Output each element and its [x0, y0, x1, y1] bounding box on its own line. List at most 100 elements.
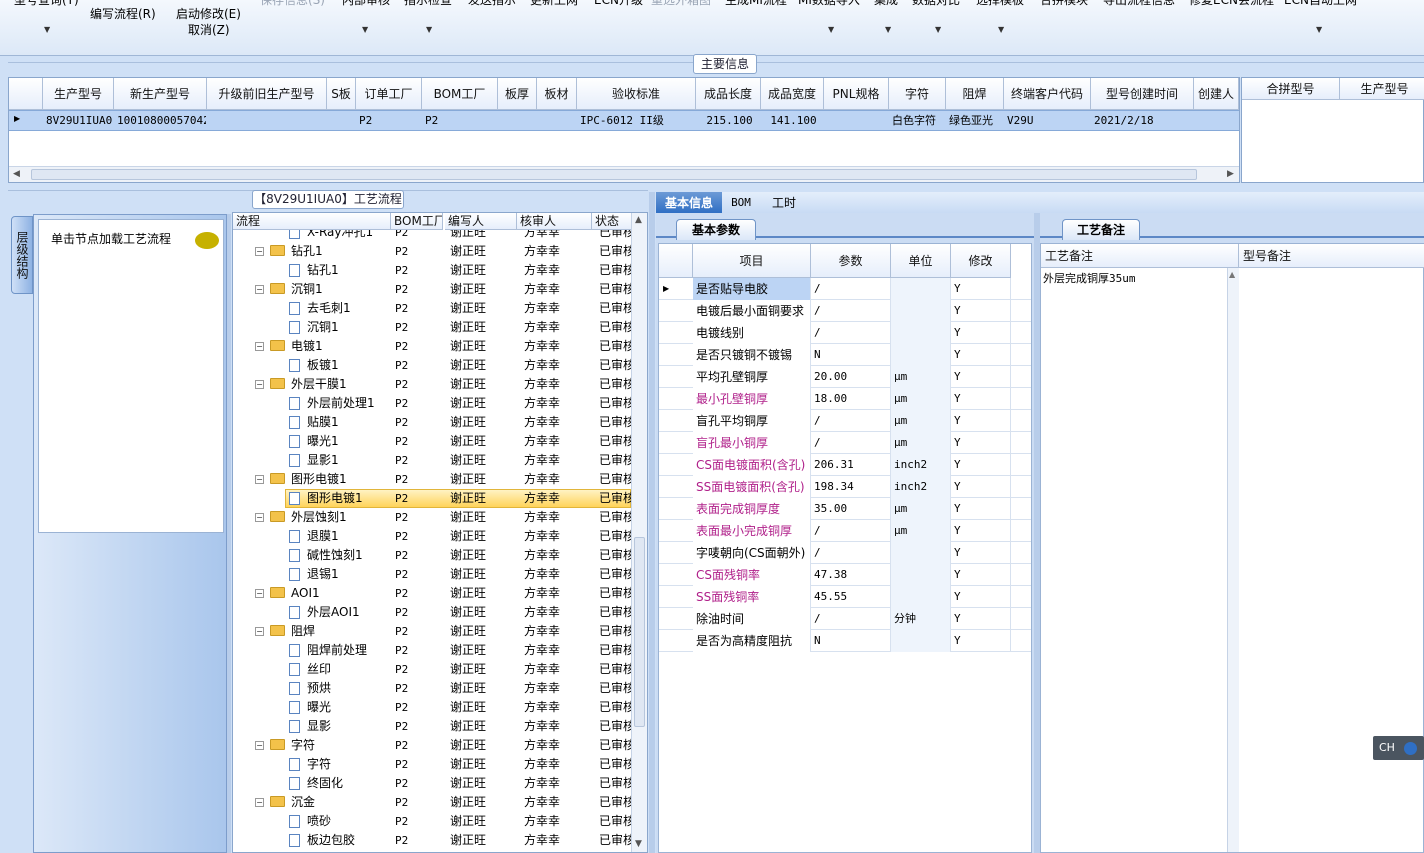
main-info-cell[interactable]: 8V29U1IUA0	[44, 110, 113, 132]
param-col-header[interactable]: 项目	[693, 244, 811, 278]
param-value[interactable]: /	[811, 300, 891, 322]
toolbar-item[interactable]: 合拼模块	[1040, 0, 1088, 8]
process-tree-row[interactable]: 曝光1 P2 谢正旺 方幸幸 已审核	[233, 432, 633, 451]
process-tree-row[interactable]: − 外层蚀刻1 P2 谢正旺 方幸幸 已审核	[233, 508, 633, 527]
main-info-col-header[interactable]: PNL规格	[824, 78, 889, 110]
main-info-cell[interactable]: V29U	[1005, 110, 1090, 132]
toolbar-item[interactable]: 修复ECN会流程	[1189, 0, 1274, 8]
main-info-col-header[interactable]: 新生产型号	[114, 78, 207, 110]
dropdown-arrow-icon[interactable]: ▼	[1316, 25, 1322, 34]
toolbar-item[interactable]: MI数据导入	[798, 0, 860, 8]
param-row[interactable]: 电镀后最小面铜要求 / Y	[659, 300, 1031, 322]
toolbar-item[interactable]: 生成MI流程	[725, 0, 787, 8]
param-value[interactable]: /	[811, 608, 891, 630]
main-info-cell[interactable]: 2021/2/18	[1092, 110, 1193, 132]
toolbar-item[interactable]: 更新上网	[530, 0, 578, 8]
param-value[interactable]: 206.31	[811, 454, 891, 476]
param-row[interactable]: SS面电镀面积(含孔) 198.34 inch2 Y	[659, 476, 1031, 498]
param-row[interactable]: 表面完成铜厚度 35.00 μm Y	[659, 498, 1031, 520]
param-value[interactable]: 47.38	[811, 564, 891, 586]
process-tree-row[interactable]: 外层AOI1 P2 谢正旺 方幸幸 已审核	[233, 603, 633, 622]
param-col-header[interactable]: 参数	[811, 244, 891, 278]
scroll-left-icon[interactable]: ◀	[13, 169, 20, 179]
scroll-up-icon[interactable]: ▲	[635, 215, 642, 225]
scroll-up-icon[interactable]: ▲	[1229, 270, 1235, 279]
collapse-toggle-icon[interactable]: −	[255, 285, 264, 294]
hierarchy-tree[interactable]: 单击节点加载工艺流程	[38, 219, 224, 533]
param-value[interactable]: /	[811, 278, 891, 300]
param-row[interactable]: ▶ 是否贴导电胶 / Y	[659, 278, 1031, 300]
process-tree-row[interactable]: − 字符 P2 谢正旺 方幸幸 已审核	[233, 736, 633, 755]
collapse-toggle-icon[interactable]: −	[255, 380, 264, 389]
param-value[interactable]: N	[811, 344, 891, 366]
dropdown-arrow-icon[interactable]: ▼	[426, 25, 432, 34]
splitter-left[interactable]	[227, 214, 231, 853]
process-tree-row[interactable]: 板边包胶 P2 谢正旺 方幸幸 已审核	[233, 831, 633, 850]
collapse-toggle-icon[interactable]: −	[255, 247, 264, 256]
param-row[interactable]: CS面残铜率 47.38 Y	[659, 564, 1031, 586]
tab-work-hours[interactable]: 工时	[764, 192, 804, 214]
process-tree-row[interactable]: 外层前处理1 P2 谢正旺 方幸幸 已审核	[233, 394, 633, 413]
main-info-col-header[interactable]: 终端客户代码	[1004, 78, 1091, 110]
process-remark-text[interactable]: 外层完成铜厚35um	[1043, 270, 1227, 288]
param-row[interactable]: SS面残铜率 45.55 Y	[659, 586, 1031, 608]
scroll-thumb[interactable]	[31, 169, 1197, 180]
main-info-col-header[interactable]: 升级前旧生产型号	[207, 78, 327, 110]
param-value[interactable]: /	[811, 322, 891, 344]
toolbar-item[interactable]: ECN升级	[594, 0, 643, 8]
param-row[interactable]: 除油时间 / 分钟 Y	[659, 608, 1031, 630]
process-tree-row[interactable]: − 图形电镀1 P2 谢正旺 方幸幸 已审核	[233, 470, 633, 489]
process-tree-row[interactable]: 预烘 P2 谢正旺 方幸幸 已审核	[233, 679, 633, 698]
main-info-col-header[interactable]: 创建人	[1194, 78, 1239, 110]
process-tree-row[interactable]: − 沉金 P2 谢正旺 方幸幸 已审核	[233, 793, 633, 812]
param-row[interactable]: 平均孔壁铜厚 20.00 μm Y	[659, 366, 1031, 388]
param-value[interactable]: /	[811, 432, 891, 454]
main-info-col-header[interactable]: 订单工厂	[356, 78, 422, 110]
process-tree-row[interactable]: 退膜1 P2 谢正旺 方幸幸 已审核	[233, 527, 633, 546]
process-tree-row[interactable]: − 外层干膜1 P2 谢正旺 方幸幸 已审核	[233, 375, 633, 394]
toolbar-item[interactable]: 集成	[874, 0, 898, 8]
process-tree-row[interactable]: 图形电镀1 P2 谢正旺 方幸幸 已审核	[233, 489, 633, 508]
param-value[interactable]: /	[811, 520, 891, 542]
param-value[interactable]: 35.00	[811, 498, 891, 520]
main-info-col-header[interactable]: 阻焊	[946, 78, 1004, 110]
param-row[interactable]: 最小孔壁铜厚 18.00 μm Y	[659, 388, 1031, 410]
process-col-header[interactable]: 核审人	[517, 213, 592, 230]
main-info-cell[interactable]: 白色字符	[890, 110, 945, 132]
horizontal-scrollbar[interactable]: ◀ ▶	[9, 166, 1239, 182]
dropdown-arrow-icon[interactable]: ▼	[998, 25, 1004, 34]
process-tree-row[interactable]: X-Ray冲孔1 P2 谢正旺 方幸幸 已审核	[233, 230, 633, 242]
process-tree-row[interactable]: − 钻孔1 P2 谢正旺 方幸幸 已审核	[233, 242, 633, 261]
dropdown-arrow-icon[interactable]: ▼	[44, 25, 50, 34]
process-tree-row[interactable]: 显影 P2 谢正旺 方幸幸 已审核	[233, 717, 633, 736]
process-tree-row[interactable]: 显影1 P2 谢正旺 方幸幸 已审核	[233, 451, 633, 470]
process-tree-row[interactable]: 贴膜1 P2 谢正旺 方幸幸 已审核	[233, 413, 633, 432]
param-value[interactable]: 20.00	[811, 366, 891, 388]
ime-indicator[interactable]: CH	[1373, 736, 1424, 760]
main-info-cell[interactable]: IPC-6012 II级	[578, 110, 695, 132]
main-info-col-header[interactable]: 成品长度	[696, 78, 761, 110]
collapse-toggle-icon[interactable]: −	[255, 475, 264, 484]
process-col-header[interactable]: 编写人	[445, 213, 517, 230]
process-tree-row[interactable]: 字符 P2 谢正旺 方幸幸 已审核	[233, 755, 633, 774]
main-info-col-header[interactable]: 字符	[889, 78, 946, 110]
tab-bom[interactable]: BOM	[726, 192, 756, 214]
param-row[interactable]: 字唛朝向(CS面朝外) / Y	[659, 542, 1031, 564]
toolbar-item[interactable]: 内部审核	[342, 0, 390, 8]
process-tree-row[interactable]: 板镀1 P2 谢正旺 方幸幸 已审核	[233, 356, 633, 375]
dropdown-arrow-icon[interactable]: ▼	[828, 25, 834, 34]
main-info-cell[interactable]: P2	[357, 110, 421, 132]
collapse-toggle-icon[interactable]: −	[255, 589, 264, 598]
param-col-header[interactable]: 修改	[951, 244, 1011, 278]
toolbar-item[interactable]: 型号查询(Y)	[14, 0, 79, 8]
splitter-middle[interactable]	[649, 192, 655, 853]
toolbar-item[interactable]: 选择模板	[976, 0, 1024, 8]
main-info-cell[interactable]: 10010800057042	[115, 110, 206, 132]
process-tree-row[interactable]: 丝印 P2 谢正旺 方幸幸 已审核	[233, 660, 633, 679]
process-tree-row[interactable]: 退锡1 P2 谢正旺 方幸幸 已审核	[233, 565, 633, 584]
process-tree-row[interactable]: 曝光 P2 谢正旺 方幸幸 已审核	[233, 698, 633, 717]
collapse-toggle-icon[interactable]: −	[255, 798, 264, 807]
param-row[interactable]: 盲孔平均铜厚 / μm Y	[659, 410, 1031, 432]
process-tree-row[interactable]: 终固化 P2 谢正旺 方幸幸 已审核	[233, 774, 633, 793]
help-icon[interactable]	[1404, 741, 1418, 755]
